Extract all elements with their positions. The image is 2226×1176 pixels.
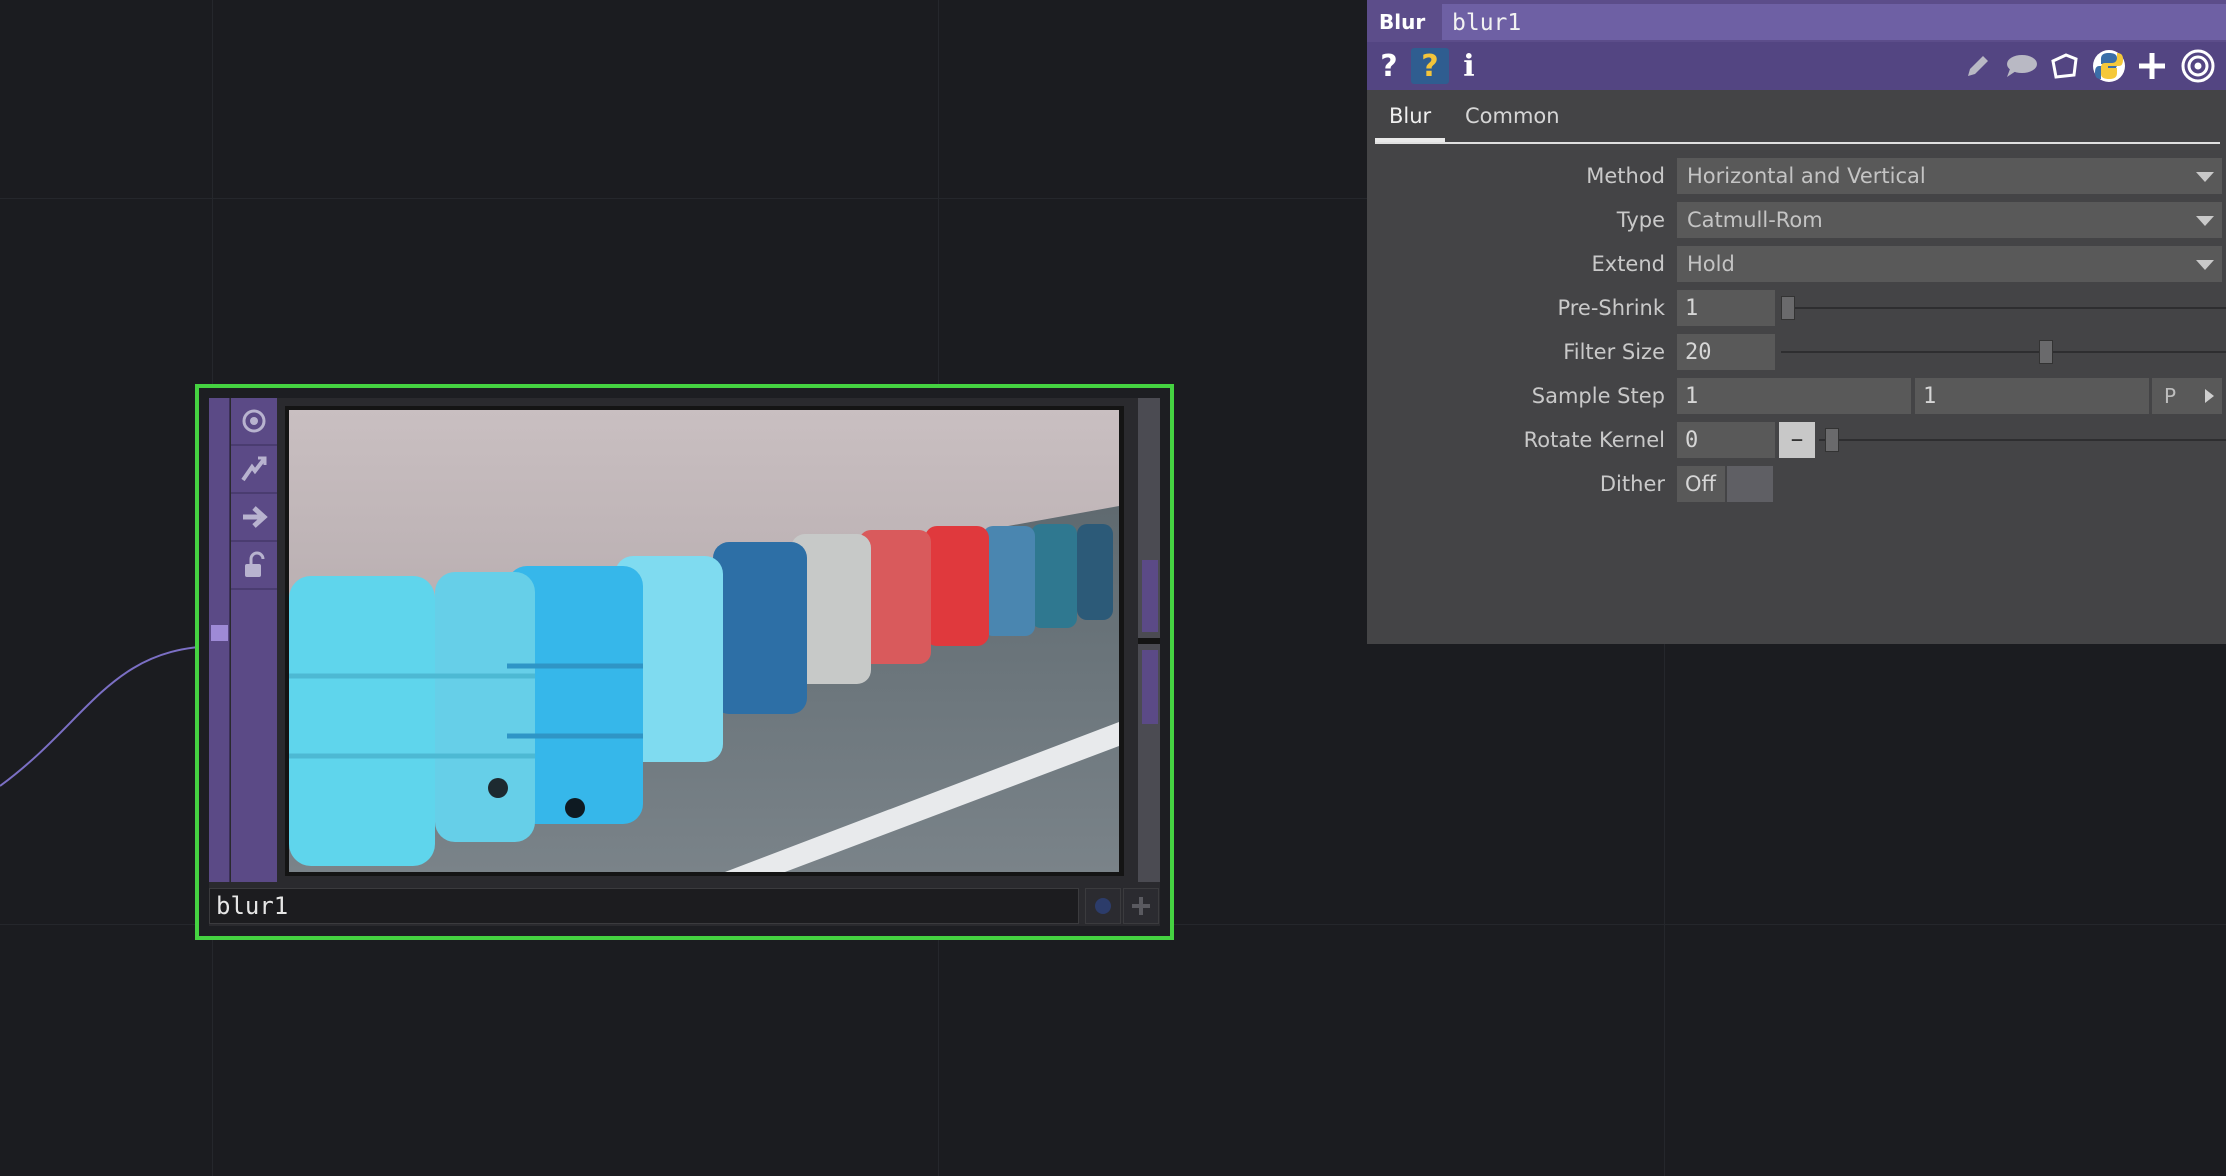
filtersize-slider-handle[interactable] (2039, 340, 2053, 364)
param-filtersize: Filter Size 20 (1367, 332, 2226, 372)
viewer-icon[interactable] (231, 398, 277, 446)
plus-icon (1132, 897, 1150, 915)
tab-common[interactable]: Common (1451, 94, 1574, 138)
rotatekernel-minus-button[interactable]: – (1779, 422, 1815, 458)
param-samplestep: Sample Step 1 1 P (1367, 376, 2226, 416)
node-view-toggle[interactable] (1085, 888, 1121, 924)
filtersize-slider[interactable] (1781, 351, 2226, 353)
blur-node[interactable]: blur1 (195, 384, 1174, 940)
info-icon[interactable]: i (1457, 48, 1481, 84)
param-label: Extend (1591, 252, 1666, 276)
operator-name-field[interactable]: blur1 (1442, 4, 2226, 40)
extend-value: Hold (1687, 252, 1735, 276)
help-icon[interactable]: ? (1377, 48, 1401, 84)
chevron-right-icon (2205, 389, 2214, 403)
parameter-tabs: Blur Common (1375, 94, 2220, 144)
preshrink-slider-handle[interactable] (1781, 296, 1795, 320)
edit-icon[interactable] (1960, 48, 1996, 84)
node-input-strip (209, 398, 230, 882)
chevron-down-icon (2196, 216, 2214, 226)
method-dropdown[interactable]: Horizontal and Vertical (1677, 158, 2222, 194)
rotatekernel-slider[interactable] (1819, 439, 2226, 441)
param-label: Type (1616, 208, 1665, 232)
rotatekernel-field[interactable]: 0 (1677, 422, 1775, 458)
output-separator (1138, 638, 1160, 644)
param-label: Filter Size (1563, 340, 1665, 364)
dither-toggle[interactable] (1727, 466, 1773, 502)
tab-blur[interactable]: Blur (1375, 94, 1446, 142)
chevron-down-icon (2196, 172, 2214, 182)
samplestep-x-field[interactable]: 1 (1677, 378, 1911, 414)
type-dropdown[interactable]: Catmull-Rom (1677, 202, 2222, 238)
param-extend: Extend Hold (1367, 244, 2226, 284)
circle-icon (1095, 898, 1111, 914)
param-label: Sample Step (1531, 384, 1665, 408)
operator-type: Blur (1379, 10, 1426, 34)
method-value: Horizontal and Vertical (1687, 164, 1926, 188)
output-connector[interactable] (1142, 560, 1158, 632)
node-move-button[interactable] (1123, 888, 1159, 924)
preshrink-field[interactable]: 1 (1677, 290, 1775, 326)
add-icon[interactable] (2135, 48, 2169, 84)
param-method: Method Horizontal and Vertical (1367, 156, 2226, 196)
input-connector[interactable] (211, 625, 228, 641)
param-preshrink: Pre-Shrink 1 (1367, 288, 2226, 328)
clone-icon[interactable] (2047, 48, 2083, 84)
param-type: Type Catmull-Rom (1367, 200, 2226, 240)
type-value: Catmull-Rom (1687, 208, 1823, 232)
param-label: Rotate Kernel (1523, 428, 1665, 452)
node-body: blur1 (209, 398, 1160, 926)
parameter-panel: Blur blur1 ? ? i Blur Common Method Hori… (1367, 0, 2226, 644)
param-dither: Dither Off (1367, 464, 2226, 504)
node-preview-image (285, 406, 1124, 876)
preshrink-slider[interactable] (1781, 307, 2226, 309)
filtersize-field[interactable]: 20 (1677, 334, 1775, 370)
extend-dropdown[interactable]: Hold (1677, 246, 2222, 282)
display-icon[interactable] (231, 494, 277, 542)
dither-toggle-label[interactable]: Off (1677, 466, 1725, 502)
p-button-label: P (2164, 384, 2177, 408)
node-flag-icons (231, 398, 277, 882)
bypass-icon[interactable] (231, 446, 277, 494)
samplestep-y-field[interactable]: 1 (1915, 378, 2149, 414)
chevron-down-icon (2196, 260, 2214, 270)
output-connector-secondary[interactable] (1142, 650, 1158, 724)
param-label: Dither (1599, 472, 1665, 496)
param-label: Method (1586, 164, 1665, 188)
panel-header: Blur blur1 (1367, 0, 2226, 42)
python-icon[interactable] (2090, 48, 2128, 84)
param-rotatekernel: Rotate Kernel 0 – (1367, 420, 2226, 460)
tab-underline (1375, 142, 2220, 144)
rotatekernel-slider-handle[interactable] (1825, 428, 1839, 452)
python-help-icon[interactable]: ? (1411, 48, 1449, 84)
lock-icon[interactable] (231, 542, 277, 590)
target-icon[interactable] (2179, 48, 2217, 84)
param-label: Pre-Shrink (1557, 296, 1665, 320)
panel-toolbar: ? ? i (1367, 42, 2226, 90)
barrels-preview-image (285, 406, 1124, 876)
node-name-label[interactable]: blur1 (209, 888, 1079, 924)
comment-icon[interactable] (2002, 48, 2040, 84)
node-output-strip (1138, 398, 1160, 882)
samplestep-p-button[interactable]: P (2152, 378, 2222, 414)
